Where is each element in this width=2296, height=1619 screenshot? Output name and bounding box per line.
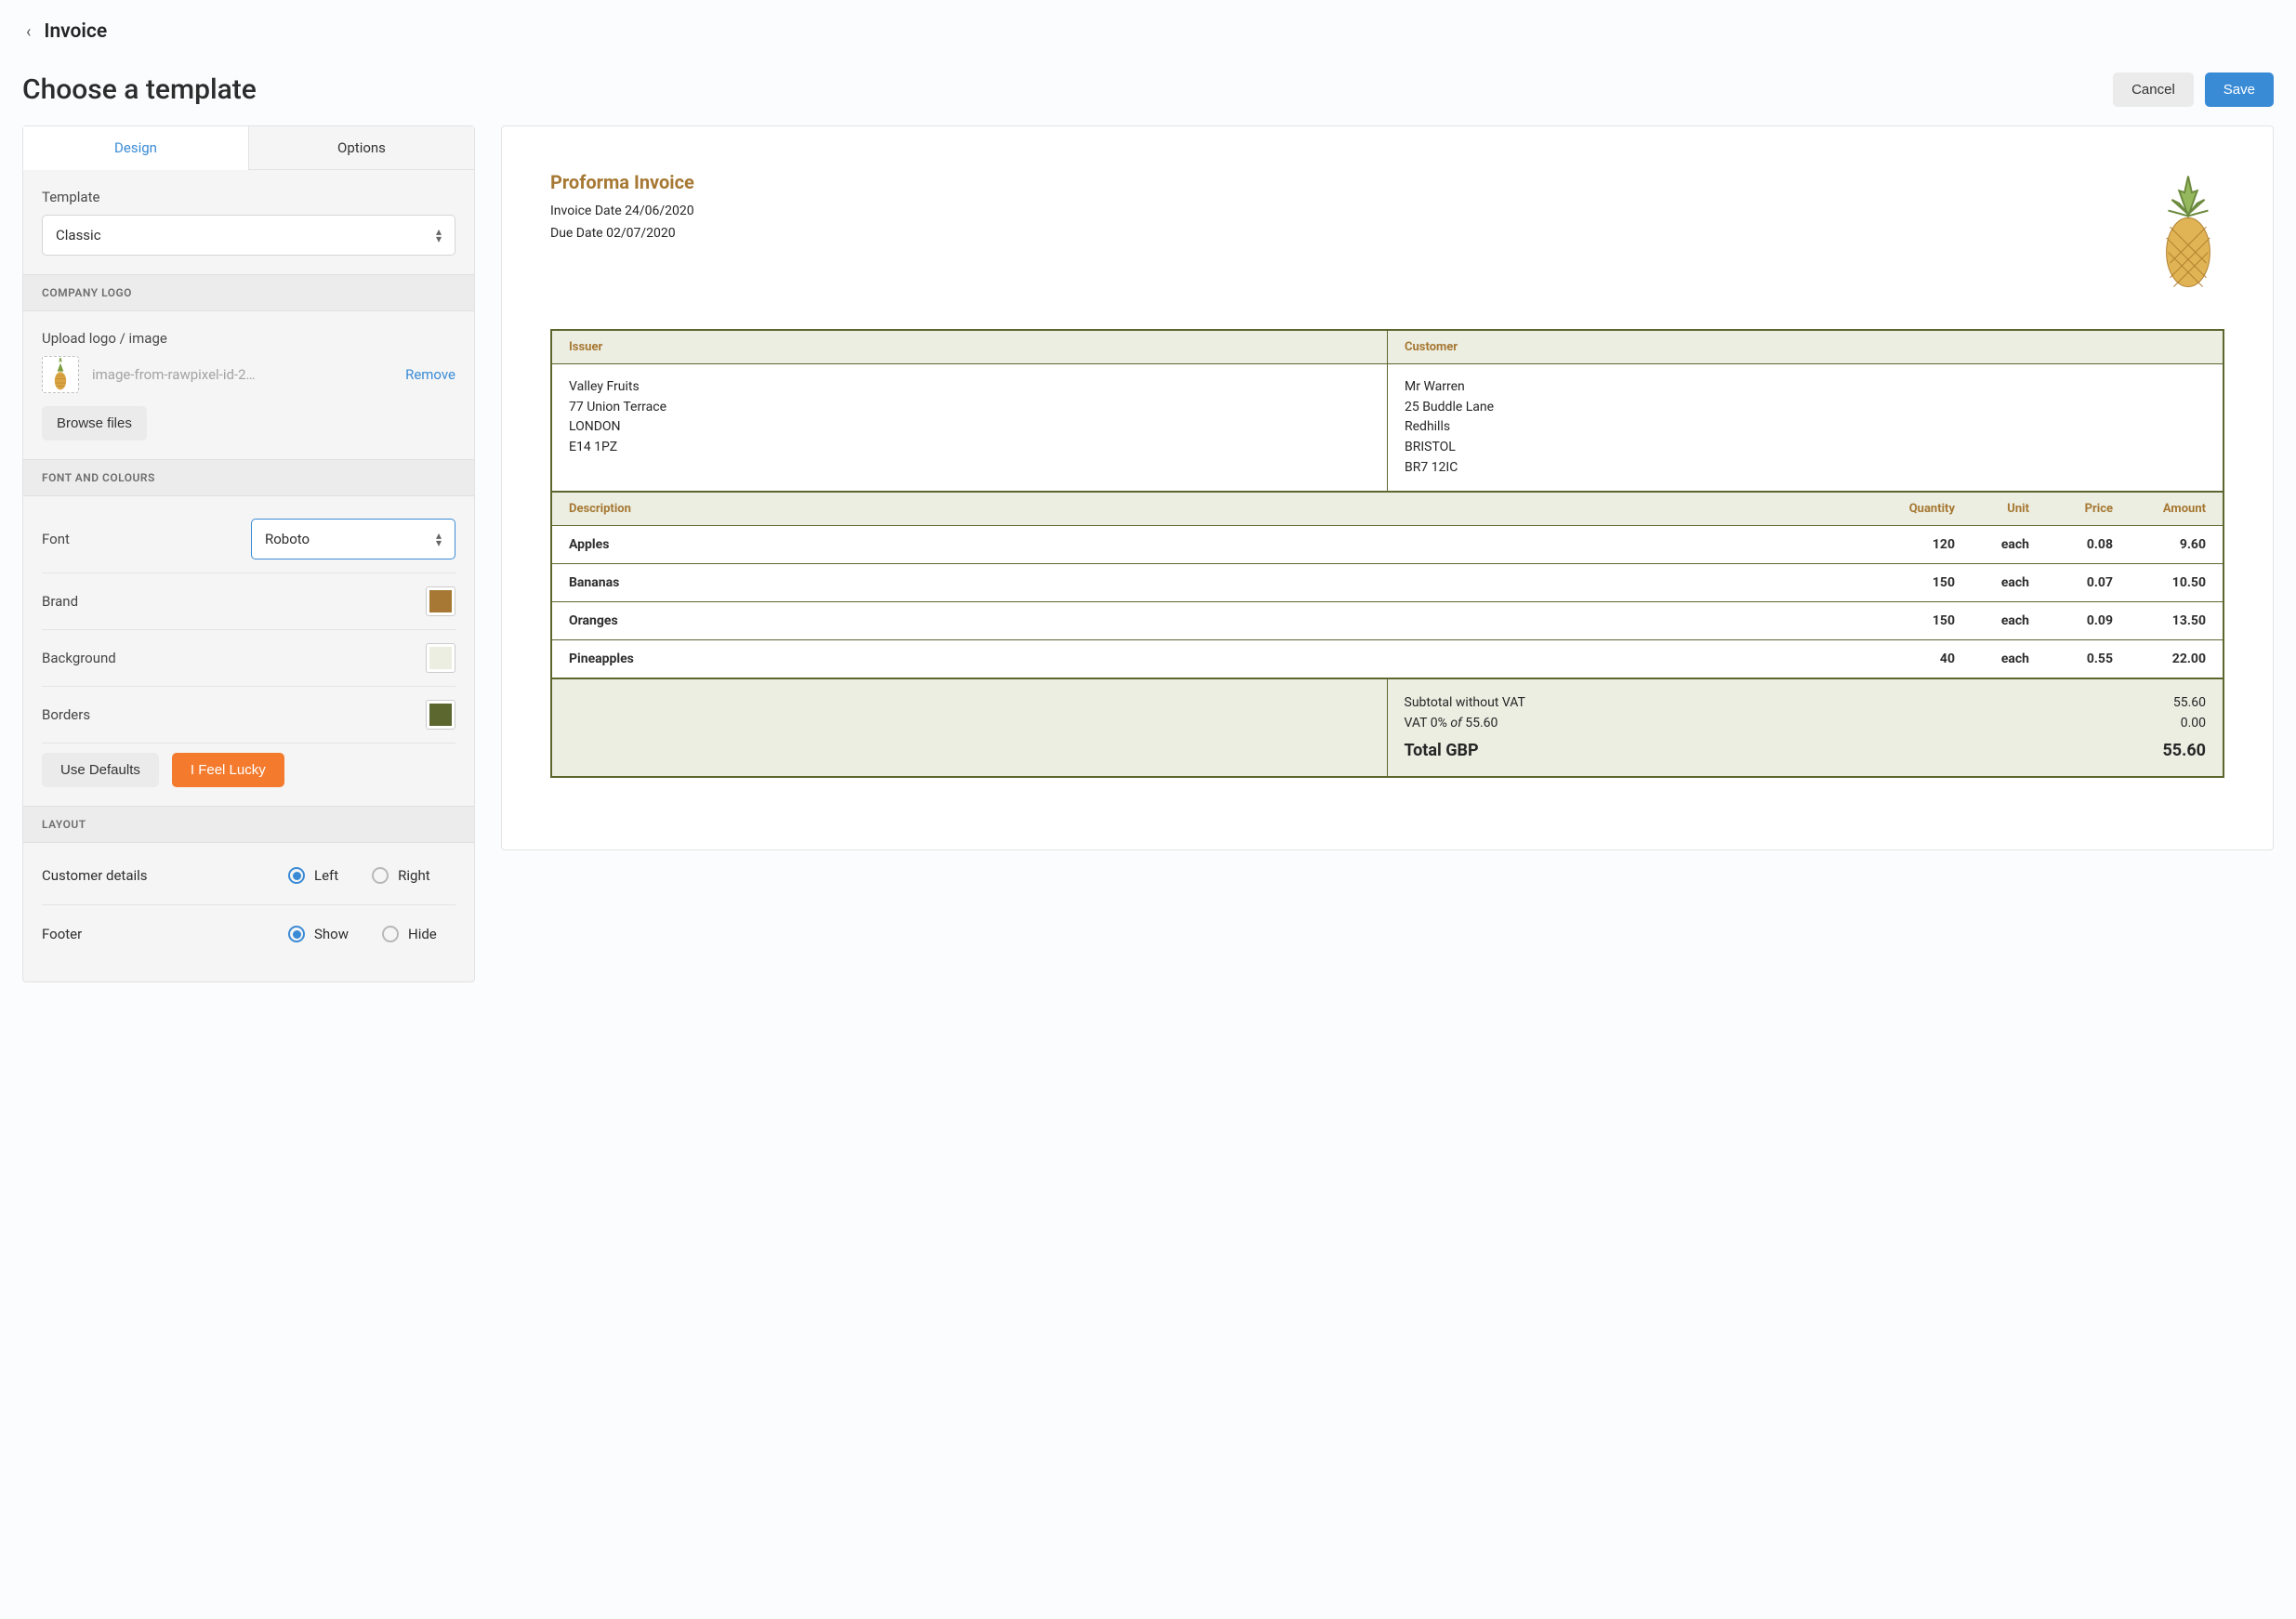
footer-label: Footer [42, 926, 82, 942]
font-colours-header: FONT AND COLOURS [23, 459, 474, 496]
col-price: Price [2029, 502, 2113, 516]
brand-color-swatch[interactable] [426, 586, 455, 616]
issuer-header: Issuer [552, 331, 1387, 363]
col-unit: Unit [1955, 502, 2029, 516]
invoice-preview: Proforma Invoice Invoice Date 24/06/2020… [501, 125, 2274, 850]
customer-header: Customer [1387, 331, 2223, 363]
page-title: Choose a template [22, 73, 257, 106]
brand-label: Brand [42, 593, 78, 610]
invoice-logo [2152, 171, 2224, 292]
background-color-swatch[interactable] [426, 643, 455, 673]
template-select[interactable]: Classic ▴▾ [42, 215, 455, 256]
customer-details-left-radio[interactable]: Left [288, 867, 338, 884]
col-quantity: Quantity [1871, 502, 1955, 516]
font-select[interactable]: Roboto ▴▾ [251, 519, 455, 559]
breadcrumb: ‹ Invoice [22, 20, 2274, 43]
footer-hide-radio[interactable]: Hide [382, 926, 437, 942]
invoice-table: Issuer Customer Valley Fruits77 Union Te… [550, 329, 2224, 778]
borders-color-swatch[interactable] [426, 700, 455, 730]
background-label: Background [42, 650, 116, 666]
invoice-item-row: Apples120each0.089.60 [552, 525, 2223, 563]
customer-details-right-radio[interactable]: Right [372, 867, 429, 884]
logo-thumbnail [42, 356, 79, 393]
remove-logo-link[interactable]: Remove [405, 366, 455, 383]
chevron-updown-icon: ▴▾ [436, 532, 442, 546]
layout-header: LAYOUT [23, 806, 474, 843]
company-logo-header: COMPANY LOGO [23, 274, 474, 311]
vat-line: VAT 0% of 55.60 0.00 [1405, 713, 2207, 733]
subtotal-line: Subtotal without VAT55.60 [1405, 692, 2207, 713]
invoice-item-row: Bananas150each0.0710.50 [552, 563, 2223, 601]
font-label: Font [42, 531, 70, 547]
issuer-address: Valley Fruits77 Union TerraceLONDONE14 1… [552, 364, 1387, 491]
invoice-item-row: Pineapples40each0.5522.00 [552, 639, 2223, 678]
due-date: Due Date 02/07/2020 [550, 223, 694, 245]
chevron-updown-icon: ▴▾ [436, 228, 442, 243]
invoice-date: Invoice Date 24/06/2020 [550, 201, 694, 223]
upload-logo-label: Upload logo / image [42, 330, 455, 347]
invoice-title: Proforma Invoice [550, 171, 694, 193]
customer-address: Mr Warren25 Buddle LaneRedhillsBRISTOLBR… [1387, 364, 2223, 491]
tab-options[interactable]: Options [249, 126, 474, 170]
feel-lucky-button[interactable]: I Feel Lucky [172, 753, 284, 787]
template-label: Template [42, 189, 455, 205]
browse-files-button[interactable]: Browse files [42, 406, 147, 441]
cancel-button[interactable]: Cancel [2113, 72, 2194, 107]
radio-icon [382, 926, 399, 942]
customer-details-label: Customer details [42, 867, 148, 884]
breadcrumb-title: Invoice [44, 20, 107, 43]
radio-icon [288, 867, 305, 884]
settings-panel: Design Options Template Classic ▴▾ COMPA… [22, 125, 475, 982]
invoice-item-row: Oranges150each0.0913.50 [552, 601, 2223, 639]
total-line: Total GBP55.60 [1405, 733, 2207, 763]
radio-icon [288, 926, 305, 942]
back-chevron-icon[interactable]: ‹ [22, 22, 34, 42]
radio-icon [372, 867, 389, 884]
logo-filename: image-from-rawpixel-id-23… [92, 366, 259, 383]
footer-show-radio[interactable]: Show [288, 926, 349, 942]
save-button[interactable]: Save [2205, 72, 2274, 107]
use-defaults-button[interactable]: Use Defaults [42, 753, 159, 787]
tab-design[interactable]: Design [23, 126, 249, 170]
col-description: Description [569, 502, 1871, 516]
borders-label: Borders [42, 706, 90, 723]
col-amount: Amount [2113, 502, 2206, 516]
